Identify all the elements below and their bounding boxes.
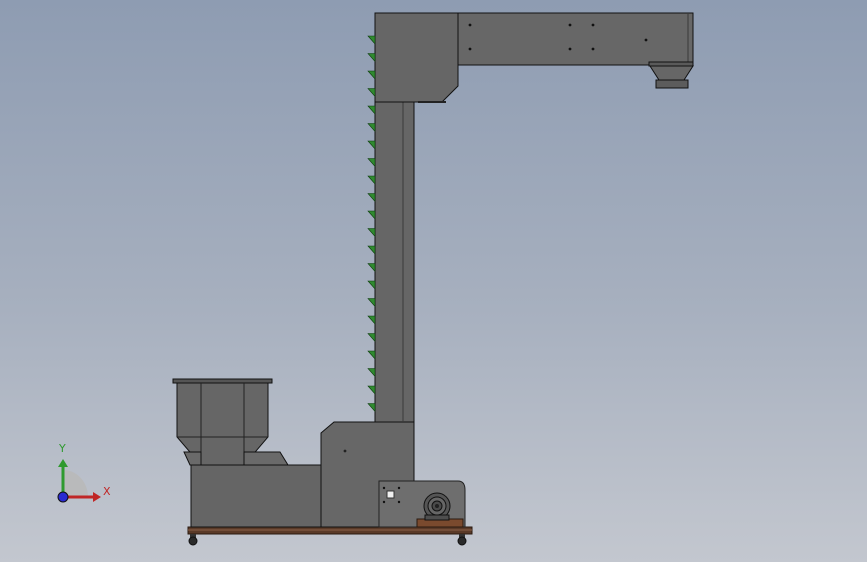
bucket: [367, 263, 376, 273]
bucket: [367, 385, 376, 395]
bucket: [367, 35, 376, 45]
view-triad[interactable]: [57, 459, 101, 503]
feed-conveyor-section[interactable]: [190, 464, 322, 528]
elevator-model[interactable]: [0, 0, 867, 562]
bucket: [367, 280, 376, 290]
top-head-housing[interactable]: [374, 12, 459, 103]
bucket: [367, 158, 376, 168]
bucket: [367, 70, 376, 80]
bucket: [367, 333, 376, 343]
bucket: [367, 315, 376, 325]
discharge-chute[interactable]: [648, 61, 694, 89]
top-conveyor-arm[interactable]: [457, 12, 694, 66]
bucket: [367, 245, 376, 255]
z-axis-dot: [57, 491, 69, 503]
y-axis-arrowhead: [58, 459, 68, 467]
bucket: [367, 140, 376, 150]
bucket: [367, 105, 376, 115]
triad-plane: [63, 470, 88, 497]
bucket: [367, 175, 376, 185]
bucket: [367, 53, 376, 63]
feed-hopper[interactable]: [172, 378, 289, 466]
bucket: [367, 368, 376, 378]
bucket: [367, 88, 376, 98]
vertical-column[interactable]: [374, 101, 415, 423]
graphics-viewport[interactable]: Y X: [0, 0, 867, 562]
caster-wheel-left: [188, 534, 198, 546]
bucket-chain: [367, 35, 376, 413]
bucket: [367, 298, 376, 308]
bucket: [367, 193, 376, 203]
bucket: [367, 210, 376, 220]
x-axis-label: X: [103, 485, 111, 498]
y-axis-label: Y: [59, 442, 66, 455]
base-frame[interactable]: [187, 526, 473, 535]
x-axis-arrowhead: [93, 492, 101, 502]
caster-wheel-right: [457, 534, 467, 546]
bucket: [367, 228, 376, 238]
bucket: [367, 403, 376, 413]
boot-bolt: [343, 449, 347, 453]
bucket: [367, 350, 376, 360]
bucket: [367, 123, 376, 133]
